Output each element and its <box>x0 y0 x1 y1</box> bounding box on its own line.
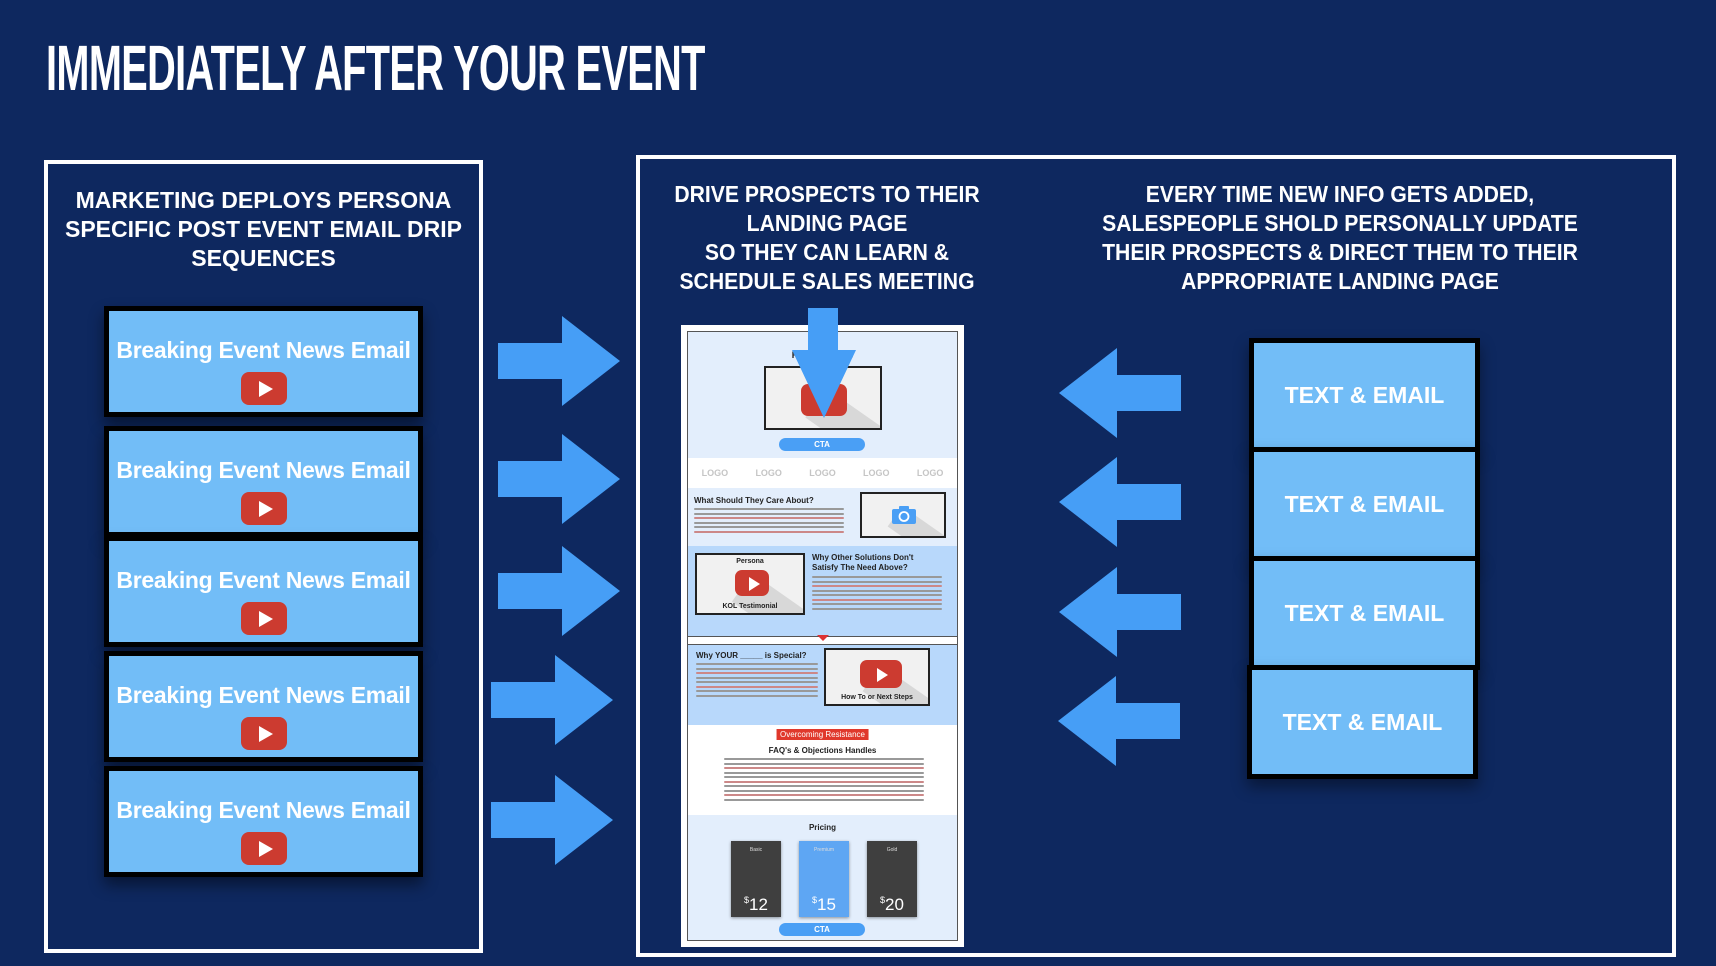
heading-line: DRIVE PROSPECTS TO THEIR <box>674 181 980 207</box>
next-steps-label: How To or Next Steps <box>841 694 913 701</box>
lorem-text <box>812 576 942 612</box>
lp-cta-button[interactable]: CTA <box>779 438 865 451</box>
youtube-play-icon <box>735 570 769 596</box>
lp-bottom-cta-button[interactable]: CTA <box>779 923 865 936</box>
lorem-list <box>724 758 924 803</box>
lp-special-title: Why YOUR _____ is Special? <box>696 651 807 660</box>
youtube-play-icon <box>240 492 287 525</box>
landing-page-heading: DRIVE PROSPECTS TO THEIR LANDING PAGE SO… <box>660 180 993 296</box>
youtube-play-icon <box>240 832 287 865</box>
salespeople-heading: EVERY TIME NEW INFO GETS ADDED, SALESPEO… <box>1082 180 1597 296</box>
email-card[interactable]: Breaking Event News Email <box>104 306 423 417</box>
lp-next-steps-video[interactable]: How To or Next Steps <box>824 648 930 706</box>
heading-line: THEIR PROSPECTS & DIRECT THEM TO THEIR <box>1102 239 1578 265</box>
heading-line: LANDING PAGE <box>746 210 908 236</box>
text-email-card[interactable]: TEXT & EMAIL <box>1249 338 1480 452</box>
arrow-right-icon <box>491 775 613 865</box>
lp-photo-box <box>860 492 946 538</box>
arrow-right-icon <box>498 316 620 406</box>
heading-line: EVERY TIME NEW INFO GETS ADDED, <box>1145 181 1535 207</box>
lp-why-title: Satisfy The Need Above? <box>812 563 908 572</box>
email-drip-heading: MARKETING DEPLOYS PERSONA SPECIFIC POST … <box>52 186 475 273</box>
text-email-label: TEXT & EMAIL <box>1284 599 1445 626</box>
heading-line: SEQUENCES <box>191 245 336 271</box>
lp-why-title: Why Other Solutions Don't <box>812 553 914 562</box>
kol-top-label: Persona <box>736 558 764 565</box>
email-card[interactable]: Breaking Event News Email <box>104 536 423 647</box>
lp-faq-title: FAQ's & Objections Handles <box>768 746 877 755</box>
heading-line: APPROPRIATE LANDING PAGE <box>1181 268 1499 294</box>
plan-name: Premium <box>813 847 834 853</box>
email-card-label: Breaking Event News Email <box>116 457 411 483</box>
plan-name: Basic <box>749 847 763 853</box>
arrow-left-icon <box>1059 457 1181 547</box>
text-email-label: TEXT & EMAIL <box>1282 708 1443 735</box>
text-email-card[interactable]: TEXT & EMAIL <box>1249 447 1480 561</box>
text-email-card[interactable]: TEXT & EMAIL <box>1249 556 1480 670</box>
logo-placeholder: LOGO <box>701 468 729 478</box>
price-card-basic[interactable]: Basic $12 <box>731 841 781 917</box>
kol-bottom-label: KOL Testimonial <box>722 603 778 610</box>
youtube-play-icon <box>860 660 902 688</box>
caret-down-icon <box>816 635 829 641</box>
plan-price: $15 <box>812 895 836 914</box>
lp-special-section: Why YOUR _____ is Special? How To or Nex… <box>688 645 957 725</box>
arrow-right-icon <box>498 546 620 636</box>
heading-line: SCHEDULE SALES MEETING <box>679 268 975 294</box>
lorem-text <box>696 663 818 699</box>
email-card[interactable]: Breaking Event News Email <box>104 426 423 537</box>
lp-kol-video[interactable]: Persona KOL Testimonial <box>695 553 805 615</box>
logo-placeholder: LOGO <box>755 468 782 478</box>
arrow-right-icon <box>491 655 613 745</box>
lp-pricing-section: Pricing Basic $12 Premium $15 Gold $20 C… <box>688 815 957 940</box>
heading-line: SALESPEOPLE SHOLD PERSONALLY UPDATE <box>1102 210 1578 236</box>
plan-price: $20 <box>880 895 904 914</box>
lp-care-section: What Should They Care About? <box>688 488 957 546</box>
logo-placeholder: LOGO <box>916 468 944 478</box>
logo-placeholder: LOGO <box>863 468 890 478</box>
email-card-label: Breaking Event News Email <box>116 567 411 593</box>
plan-price: $12 <box>744 895 768 914</box>
email-card[interactable]: Breaking Event News Email <box>104 651 423 762</box>
heading-line: SPECIFIC POST EVENT EMAIL DRIP <box>64 216 463 242</box>
email-card-label: Breaking Event News Email <box>116 337 411 363</box>
lp-faq-section: Overcoming Resistance FAQ's & Objections… <box>688 725 957 815</box>
price-card-gold[interactable]: Gold $20 <box>867 841 917 917</box>
youtube-play-icon <box>240 602 287 635</box>
heading-line: MARKETING DEPLOYS PERSONA <box>75 187 452 213</box>
arrow-left-icon <box>1058 676 1180 766</box>
heading-line: SO THEY CAN LEARN & <box>704 239 950 265</box>
youtube-play-icon <box>240 717 287 750</box>
arrow-down-icon <box>792 308 856 423</box>
lp-why-section: Persona KOL Testimonial Why Other Soluti… <box>688 546 957 636</box>
camera-icon <box>892 506 916 524</box>
text-email-label: TEXT & EMAIL <box>1284 381 1445 408</box>
logo-placeholder: LOGO <box>809 468 836 478</box>
page-title: IMMEDIATELY AFTER YOUR EVENT <box>46 32 705 104</box>
email-card-label: Breaking Event News Email <box>116 797 411 823</box>
price-card-premium[interactable]: Premium $15 <box>799 841 849 917</box>
arrow-left-icon <box>1059 348 1181 438</box>
youtube-play-icon <box>240 372 287 405</box>
lp-care-title: What Should They Care About? <box>694 496 814 505</box>
overcoming-resistance-badge: Overcoming Resistance <box>776 729 869 740</box>
arrow-left-icon <box>1059 567 1181 657</box>
lp-pricing-title: Pricing <box>808 823 837 832</box>
text-email-label: TEXT & EMAIL <box>1284 490 1445 517</box>
email-card[interactable]: Breaking Event News Email <box>104 766 423 877</box>
text-email-card[interactable]: TEXT & EMAIL <box>1247 665 1478 779</box>
lorem-text <box>694 508 844 535</box>
email-card-label: Breaking Event News Email <box>116 682 411 708</box>
plan-name: Gold <box>886 847 898 853</box>
lp-logo-strip: LOGO LOGO LOGO LOGO LOGO <box>688 458 957 488</box>
arrow-right-icon <box>498 434 620 524</box>
